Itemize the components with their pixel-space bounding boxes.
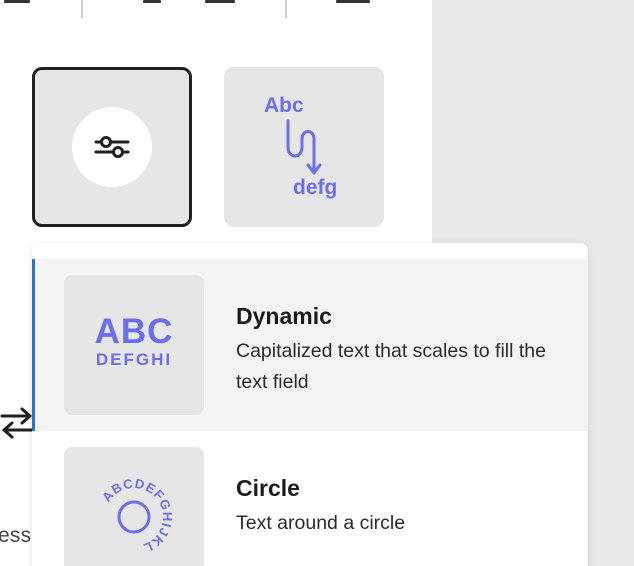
sidebar-label-fragment: ess xyxy=(0,524,32,547)
flow-text-tile[interactable]: Abc defg xyxy=(224,67,384,227)
thumb-big-text: ABC xyxy=(94,312,174,351)
sliders-icon xyxy=(94,136,130,158)
swap-arrows-icon[interactable] xyxy=(0,402,34,442)
flow-bottom-text: defg xyxy=(293,176,337,199)
flow-text-icon: Abc defg xyxy=(264,94,337,199)
list-indent-icon[interactable] xyxy=(205,0,235,3)
circle-thumb-text: ABCDEFGHIJKL xyxy=(99,476,174,556)
adjustments-circle xyxy=(72,107,152,187)
adjustments-tile[interactable] xyxy=(32,67,192,227)
option-title: Circle xyxy=(236,475,300,501)
option-title: Dynamic xyxy=(236,303,332,329)
selection-accent-bar xyxy=(32,259,35,431)
align-left-icon[interactable] xyxy=(143,0,161,3)
svg-text:ABCDEFGHIJKL: ABCDEFGHIJKL xyxy=(99,476,175,556)
toolbar-divider xyxy=(81,0,83,18)
toolbar-divider xyxy=(285,0,287,18)
circle-thumbnail: ABCDEFGHIJKL xyxy=(64,447,204,566)
dynamic-thumbnail: ABC DEFGHI xyxy=(64,275,204,415)
menu-icon[interactable] xyxy=(4,0,30,3)
circle-text-icon: ABCDEFGHIJKL xyxy=(99,476,175,556)
option-description: Capitalized text that scales to fill the… xyxy=(236,340,546,393)
toolbar xyxy=(0,0,432,22)
check-list-icon[interactable] xyxy=(336,0,370,3)
thumb-small-text: DEFGHI xyxy=(95,350,173,369)
option-circle[interactable]: ABCDEFGHIJKL Circle Text around a circle xyxy=(32,431,588,566)
option-description: Text around a circle xyxy=(236,512,406,534)
option-dynamic[interactable]: ABC DEFGHI Dynamic Capitalized text that… xyxy=(32,259,588,431)
text-style-popover: ABC DEFGHI Dynamic Capitalized text that… xyxy=(32,243,588,566)
flow-top-text: Abc xyxy=(264,94,304,117)
